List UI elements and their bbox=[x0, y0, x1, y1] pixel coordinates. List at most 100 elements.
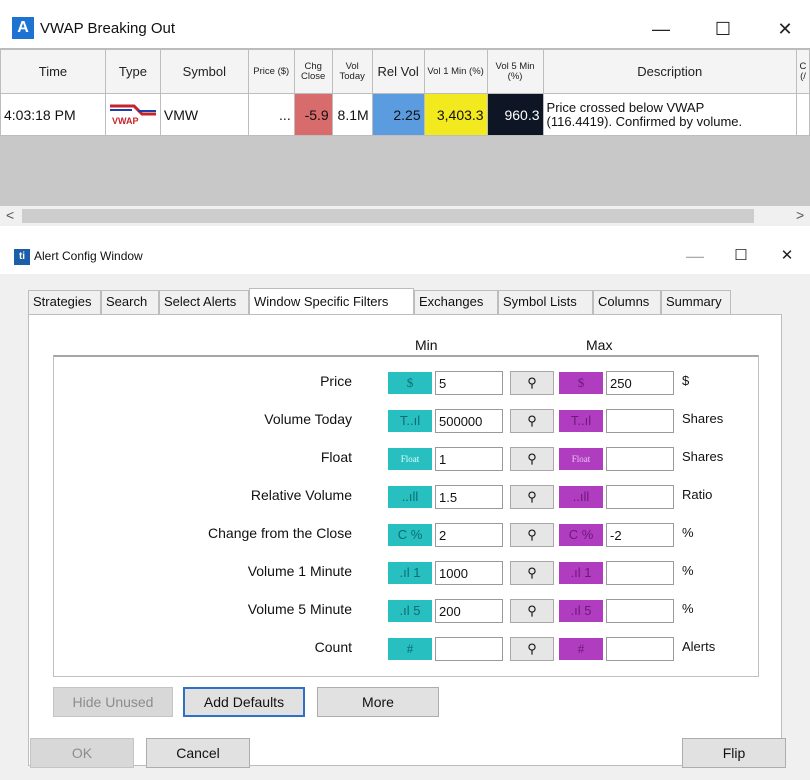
price-cell: ... bbox=[247, 93, 295, 136]
column-header[interactable]: Vol 1 Min (%) bbox=[423, 49, 488, 94]
volume-today-max-input[interactable] bbox=[606, 409, 674, 433]
dollar-max-icon[interactable]: $ bbox=[559, 372, 603, 394]
tab-search[interactable]: Search bbox=[101, 290, 159, 314]
search-icon[interactable]: ⚲ bbox=[510, 485, 554, 509]
tab-strategies[interactable]: Strategies bbox=[28, 290, 101, 314]
search-icon[interactable]: ⚲ bbox=[510, 409, 554, 433]
change-close-max-icon[interactable]: C % bbox=[559, 524, 603, 546]
column-header[interactable]: Time bbox=[0, 49, 106, 94]
scroll-right-icon[interactable]: > bbox=[796, 207, 804, 223]
volume-5min-min-icon[interactable]: .ıl 5 bbox=[388, 600, 432, 622]
minimize-button[interactable]: — bbox=[638, 14, 684, 44]
description-cell: Price crossed below VWAP (116.4419). Con… bbox=[542, 93, 797, 136]
tab-exchanges[interactable]: Exchanges bbox=[414, 290, 498, 314]
minimize-button[interactable]: — bbox=[672, 241, 718, 271]
filter-label: Count bbox=[314, 639, 352, 655]
close-button[interactable]: ✕ bbox=[762, 14, 808, 44]
close-button[interactable]: ✕ bbox=[764, 241, 810, 271]
search-icon[interactable]: ⚲ bbox=[510, 599, 554, 623]
volume-today-min-icon[interactable]: T..ıl bbox=[388, 410, 432, 432]
column-header[interactable]: C (/ bbox=[795, 49, 810, 94]
volume-1min-max-input[interactable] bbox=[606, 561, 674, 585]
search-icon[interactable]: ⚲ bbox=[510, 561, 554, 585]
volume-today-min-input[interactable] bbox=[435, 409, 503, 433]
more-button[interactable]: More bbox=[317, 687, 439, 717]
horizontal-scrollbar[interactable]: < > bbox=[0, 206, 810, 226]
price-min-input[interactable] bbox=[435, 371, 503, 395]
filter-row-volume-1-minute: Volume 1 Minute .ıl 1 ⚲ .ıl 1 % bbox=[54, 559, 758, 585]
column-header[interactable]: Vol 5 Min (%) bbox=[486, 49, 544, 94]
search-icon[interactable]: ⚲ bbox=[510, 637, 554, 661]
relative-volume-min-input[interactable] bbox=[435, 485, 503, 509]
column-header[interactable]: Type bbox=[104, 49, 161, 94]
filter-row-change-from-close: Change from the Close C % ⚲ C % % bbox=[54, 521, 758, 547]
float-max-icon[interactable]: Float bbox=[559, 448, 603, 470]
maximize-button[interactable]: ☐ bbox=[718, 241, 764, 271]
flip-button[interactable]: Flip bbox=[682, 738, 786, 768]
search-icon[interactable]: ⚲ bbox=[510, 371, 554, 395]
tab-columns[interactable]: Columns bbox=[593, 290, 661, 314]
description-line: (116.4419). Confirmed by volume. bbox=[546, 113, 743, 129]
volume-5min-max-icon[interactable]: .ıl 5 bbox=[559, 600, 603, 622]
ok-button[interactable]: OK bbox=[30, 738, 134, 768]
hide-unused-button[interactable]: Hide Unused bbox=[53, 687, 173, 717]
symbol-cell: VMW bbox=[159, 93, 249, 136]
filter-label: Volume 5 Minute bbox=[247, 601, 352, 617]
svg-text:VWAP: VWAP bbox=[112, 116, 139, 126]
scrollbar-thumb[interactable] bbox=[22, 209, 754, 223]
tab-window-specific-filters[interactable]: Window Specific Filters bbox=[249, 288, 414, 314]
filter-unit: % bbox=[682, 525, 694, 540]
change-close-min-input[interactable] bbox=[435, 523, 503, 547]
volume-today-max-icon[interactable]: T..ıl bbox=[559, 410, 603, 432]
filter-unit: Shares bbox=[682, 411, 724, 426]
volume-5min-min-input[interactable] bbox=[435, 599, 503, 623]
column-header[interactable]: Symbol bbox=[159, 49, 249, 94]
count-min-input[interactable] bbox=[435, 637, 503, 661]
description-line: Price crossed below VWAP bbox=[546, 99, 705, 115]
filter-row-volume-5-minute: Volume 5 Minute .ıl 5 ⚲ .ıl 5 % bbox=[54, 597, 758, 623]
cancel-button[interactable]: Cancel bbox=[146, 738, 250, 768]
float-min-icon[interactable]: Float bbox=[388, 448, 432, 470]
tab-select-alerts[interactable]: Select Alerts bbox=[159, 290, 249, 314]
add-defaults-button[interactable]: Add Defaults bbox=[183, 687, 305, 717]
alert-config-window: ti Alert Config Window — ☐ ✕ Strategies … bbox=[0, 238, 810, 780]
filter-label: Change from the Close bbox=[208, 525, 352, 541]
scroll-left-icon[interactable]: < bbox=[6, 207, 14, 223]
float-max-input[interactable] bbox=[606, 447, 674, 471]
hash-min-icon[interactable]: # bbox=[388, 638, 432, 660]
filter-unit: $ bbox=[682, 373, 690, 388]
clipped-cell bbox=[795, 93, 810, 136]
change-close-max-input[interactable] bbox=[606, 523, 674, 547]
relative-volume-max-input[interactable] bbox=[606, 485, 674, 509]
column-header[interactable]: Rel Vol bbox=[371, 49, 425, 94]
maximize-button[interactable]: ☐ bbox=[700, 14, 746, 44]
tab-summary[interactable]: Summary bbox=[661, 290, 731, 314]
time-cell: 4:03:18 PM bbox=[0, 93, 106, 136]
search-icon[interactable]: ⚲ bbox=[510, 447, 554, 471]
float-min-input[interactable] bbox=[435, 447, 503, 471]
change-close-min-icon[interactable]: C % bbox=[388, 524, 432, 546]
column-header[interactable]: Description bbox=[542, 49, 797, 94]
price-max-input[interactable] bbox=[606, 371, 674, 395]
hash-max-icon[interactable]: # bbox=[559, 638, 603, 660]
volume-1min-max-icon[interactable]: .ıl 1 bbox=[559, 562, 603, 584]
count-max-input[interactable] bbox=[606, 637, 674, 661]
vwap-alert-window: A VWAP Breaking Out — ☐ ✕ Time Type Symb… bbox=[0, 0, 810, 232]
volume-5min-max-input[interactable] bbox=[606, 599, 674, 623]
search-icon[interactable]: ⚲ bbox=[510, 523, 554, 547]
column-header[interactable]: Price ($) bbox=[247, 49, 295, 94]
relative-volume-min-icon[interactable]: ..ıll bbox=[388, 486, 432, 508]
filter-row-count: Count # ⚲ # Alerts bbox=[54, 635, 758, 661]
relative-volume-max-icon[interactable]: ..ıll bbox=[559, 486, 603, 508]
filter-unit: Ratio bbox=[682, 487, 713, 502]
tab-symbol-lists[interactable]: Symbol Lists bbox=[498, 290, 593, 314]
volume-1min-min-input[interactable] bbox=[435, 561, 503, 585]
column-header[interactable]: Chg Close bbox=[293, 49, 333, 94]
vol-5min-cell: 960.3 bbox=[486, 93, 544, 136]
filter-row-float: Float Float ⚲ Float Shares bbox=[54, 445, 758, 471]
column-header[interactable]: Vol Today bbox=[331, 49, 373, 94]
filter-unit: % bbox=[682, 601, 694, 616]
volume-1min-min-icon[interactable]: .ıl 1 bbox=[388, 562, 432, 584]
dollar-min-icon[interactable]: $ bbox=[388, 372, 432, 394]
table-row[interactable]: 4:03:18 PM VWAP VMW ... -5.9 8.1M 2.25 3… bbox=[0, 93, 810, 136]
